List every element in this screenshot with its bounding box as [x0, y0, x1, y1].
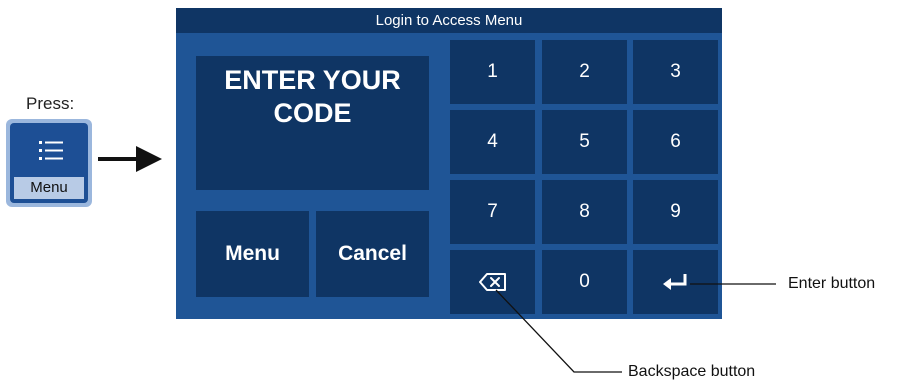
callout-lines [495, 283, 776, 373]
backspace-callout: Backspace button [628, 363, 756, 380]
stage: Press: Menu Login to Access Menu ENTER Y… [0, 0, 904, 390]
enter-callout: Enter button [788, 275, 876, 292]
